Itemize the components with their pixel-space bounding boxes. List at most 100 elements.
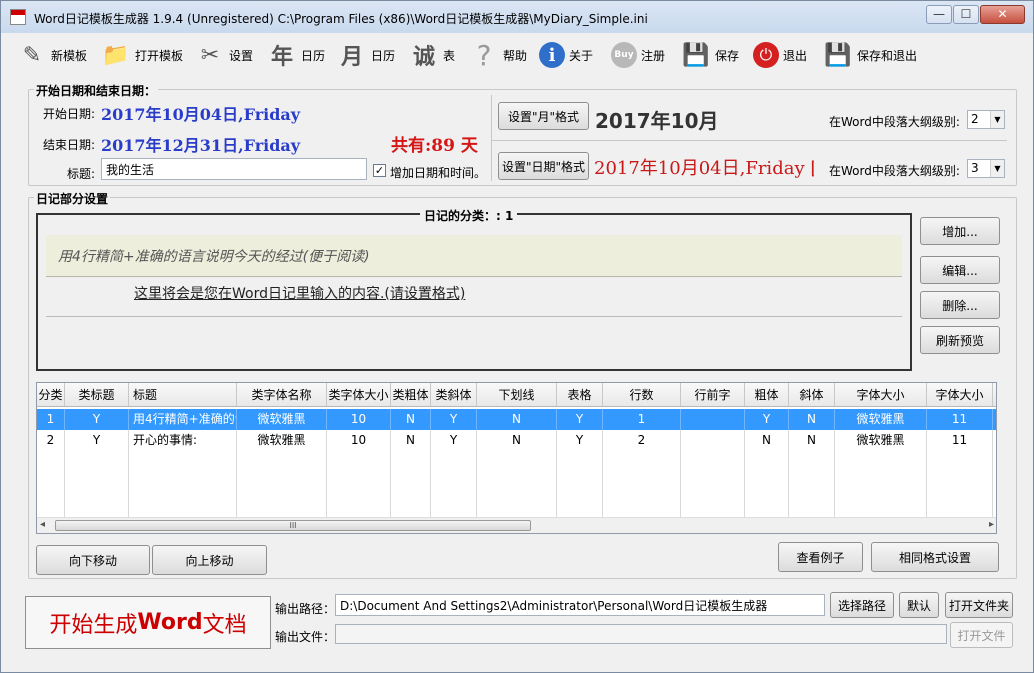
column-header[interactable]: 表格 [557,383,603,406]
table-button[interactable]: 诚 表 [409,37,455,73]
help-button[interactable]: ? 帮助 [469,37,527,73]
end-date-value[interactable]: 2017年12月31日,Friday [101,132,300,156]
table-cell[interactable]: 11 [927,409,993,430]
title-bar[interactable]: Word日记模板生成器 1.9.4 (Unregistered) C:\Prog… [1,1,1033,33]
table-empty-area [37,451,996,519]
table-cell[interactable]: Y [431,409,477,430]
table-cell[interactable]: N [391,409,431,430]
table-cell[interactable]: 10 [327,409,391,430]
minimize-button[interactable]: — [926,5,952,24]
dates-group-title: 开始日期和结束日期： [34,82,159,99]
table-cell[interactable]: N [477,409,557,430]
table-cell[interactable]: 微软雅黑 [835,430,927,451]
scrollbar-thumb[interactable]: III [55,520,531,531]
month-calendar-button[interactable]: 月 日历 [337,37,395,73]
column-header[interactable]: 标题 [129,383,237,406]
column-header[interactable]: 斜体 [789,383,835,406]
output-path-input[interactable]: D:\Document And Settings2\Administrator\… [335,594,825,616]
open-file-button[interactable]: 打开文件 [950,622,1013,648]
table-cell[interactable]: 用4行精简+准确的语 [129,409,237,430]
open-folder-button[interactable]: 打开文件夹 [945,592,1013,618]
new-template-button[interactable]: ✎ 新模板 [17,37,87,73]
table-cell[interactable]: 微软雅黑 [237,409,327,430]
generate-word-document-button[interactable]: 开始生成 Word 文档 [25,596,271,649]
add-datetime-checkbox[interactable]: ✓ [373,164,386,177]
table-cell[interactable]: 1 [37,409,65,430]
save-button[interactable]: 💾 保存 [681,37,739,73]
move-down-button[interactable]: 向下移动 [36,545,150,575]
diary-preview-header: 用4行精简+准确的语言说明今天的经过(便于阅读) [46,235,902,277]
about-button[interactable]: i 关于 [539,37,593,73]
end-date-label: 结束日期: [43,138,96,152]
edit-category-button[interactable]: 编辑... [920,256,1000,284]
column-header[interactable]: 下划线 [477,383,557,406]
category-table[interactable]: 分类 类标题 标题 类字体名称 类字体大小 类粗体 类斜体 下划线 表格 行数 … [36,382,997,534]
diary-preview-title: 日记的分类：: 1 [420,207,518,224]
open-template-label: 打开模板 [135,48,184,63]
table-cell[interactable]: Y [65,430,129,451]
horizontal-scrollbar[interactable]: ◂ III ▸ [37,517,996,533]
column-header[interactable]: 行前字 [681,383,745,406]
scroll-left-icon[interactable]: ◂ [40,519,45,530]
column-header[interactable]: 类斜体 [431,383,477,406]
table-cell[interactable]: 2 [37,430,65,451]
column-header[interactable]: 分类 [37,383,65,406]
exit-button[interactable]: ⏻ 退出 [753,37,807,73]
table-row[interactable]: 1 Y 用4行精简+准确的语 微软雅黑 10 N Y N Y 1 Y N 微软雅… [37,409,996,430]
table-cell[interactable]: N [391,430,431,451]
choose-path-button[interactable]: 选择路径 [830,592,894,618]
output-file-input[interactable] [335,624,947,644]
register-button[interactable]: Buy 注册 [611,37,665,73]
column-header[interactable]: 类标题 [65,383,129,406]
column-header[interactable]: 类字体大小 [327,383,391,406]
table-cell[interactable]: Y [65,409,129,430]
scroll-right-icon[interactable]: ▸ [989,519,994,530]
table-row[interactable]: 2 Y 开心的事情: 微软雅黑 10 N Y N Y 2 N N 微软雅黑 11 [37,430,996,451]
move-up-button[interactable]: 向上移动 [152,545,267,575]
month-outline-level-select[interactable]: 2 ▼ [967,110,1005,129]
table-cell[interactable]: Y [745,409,789,430]
table-cell[interactable]: N [789,409,835,430]
table-cell[interactable]: 微软雅黑 [835,409,927,430]
open-template-button[interactable]: 📁 打开模板 [101,37,183,73]
column-header[interactable]: 类字体名称 [237,383,327,406]
table-cell[interactable]: Y [431,430,477,451]
table-cell[interactable]: N [745,430,789,451]
default-path-button[interactable]: 默认 [899,592,939,618]
table-cell[interactable]: 微软雅黑 [237,430,327,451]
table-cell[interactable]: 1 [603,409,681,430]
close-button[interactable]: ✕ [980,5,1025,24]
info-icon: i [539,42,565,68]
date-outline-level-select[interactable]: 3 ▼ [967,159,1005,178]
table-cell[interactable] [681,430,745,451]
title-input[interactable]: 我的生活 [101,158,367,180]
table-cell[interactable]: N [789,430,835,451]
column-header[interactable]: 字体大小 [835,383,927,406]
table-cell[interactable]: 2 [603,430,681,451]
column-header[interactable]: 类粗体 [391,383,431,406]
year-calendar-button[interactable]: 年 日历 [267,37,325,73]
settings-button[interactable]: ✂ 设置 [195,37,253,73]
table-cell[interactable]: 11 [927,430,993,451]
table-cell[interactable] [681,409,745,430]
table-cell[interactable]: 10 [327,430,391,451]
maximize-button[interactable]: ☐ [953,5,979,24]
table-cell[interactable]: 开心的事情: [129,430,237,451]
same-format-button[interactable]: 相同格式设置 [871,542,999,572]
view-example-button[interactable]: 查看例子 [778,542,863,572]
add-category-button[interactable]: 增加... [920,217,1000,245]
table-cell[interactable]: N [477,430,557,451]
save-and-exit-button[interactable]: 💾 保存和退出 [823,37,917,73]
refresh-preview-button[interactable]: 刷新预览 [920,326,1000,354]
set-date-format-button[interactable]: 设置"日期"格式 [498,152,589,180]
column-header[interactable]: 字体大小 [927,383,993,406]
column-header[interactable]: 粗体 [745,383,789,406]
set-month-format-button[interactable]: 设置"月"格式 [498,102,589,130]
table-cell[interactable]: Y [557,409,603,430]
start-date-value[interactable]: 2017年10月04日,Friday [101,101,300,125]
about-label: 关于 [569,48,594,63]
format-divider [491,95,492,181]
delete-category-button[interactable]: 删除... [920,291,1000,319]
column-header[interactable]: 行数 [603,383,681,406]
table-cell[interactable]: Y [557,430,603,451]
